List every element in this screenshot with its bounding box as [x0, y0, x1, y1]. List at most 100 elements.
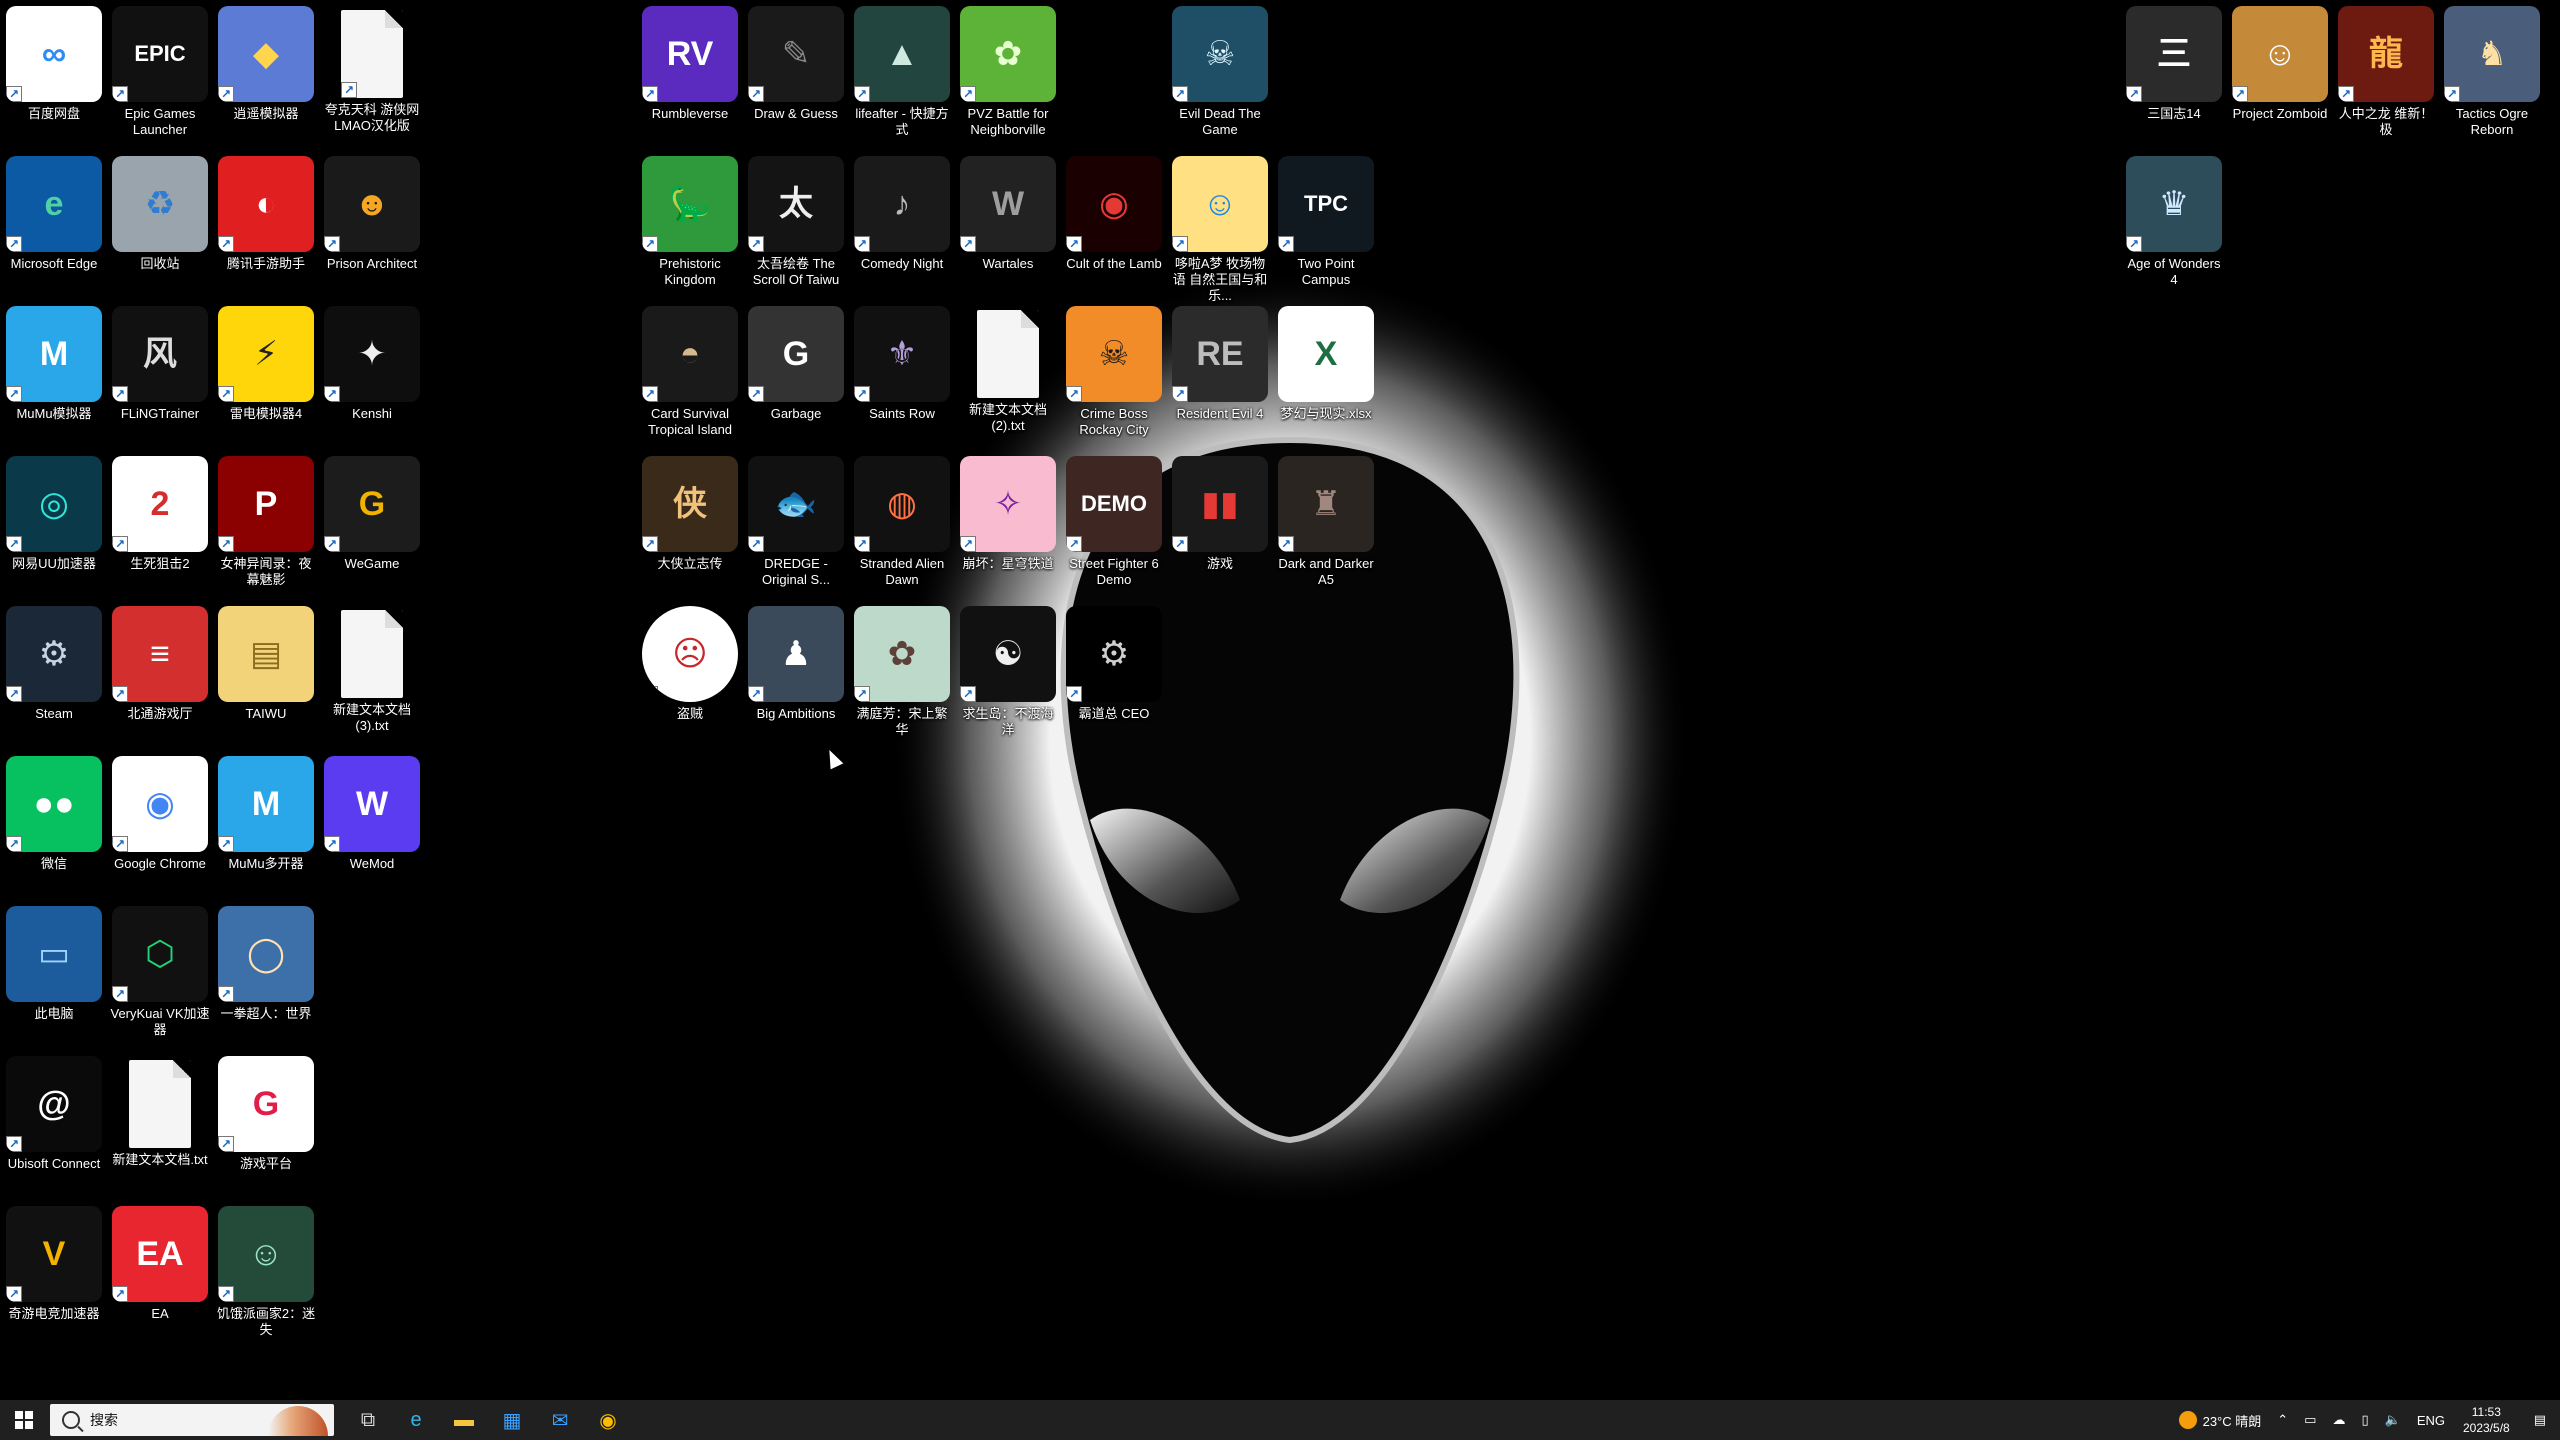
desktop-shortcut-label: 三国志14	[2147, 106, 2201, 121]
language-indicator[interactable]: ENG	[2409, 1400, 2453, 1440]
taskbar-app-store[interactable]: ▦	[488, 1400, 536, 1440]
taskbar-app-edge[interactable]: e	[392, 1400, 440, 1440]
desktop-shortcut-label: Dark and Darker A5	[1278, 556, 1374, 587]
desktop-shortcut-42[interactable]: ◉ ↗ Cult of the Lamb	[1062, 152, 1166, 300]
desktop-shortcut-34[interactable]: ✎ ↗ Draw & Guess	[744, 2, 848, 150]
desktop-shortcut-48[interactable]: 新建文本文档 (2).txt	[956, 302, 1060, 450]
desktop-shortcut-49[interactable]: ☠ ↗ Crime Boss Rockay City	[1062, 302, 1166, 450]
desktop-shortcut-label: Project Zomboid	[2232, 106, 2328, 121]
shortcut-arrow-icon: ↗	[112, 836, 128, 852]
desktop-shortcut-label: 回收站	[140, 256, 180, 271]
desktop-shortcut-17[interactable]: ≡ ↗ 北通游戏厅	[108, 602, 212, 750]
notification-button[interactable]: ▤	[2520, 1400, 2560, 1440]
desktop-shortcut-41[interactable]: W ↗ Wartales	[956, 152, 1060, 300]
desktop-shortcut-45[interactable]: ◓ ↗ Card Survival Tropical Island	[638, 302, 742, 450]
desktop-shortcut-66[interactable]: 龍 ↗ 人中之龙 维新！极	[2334, 2, 2438, 150]
desktop-shortcut-62[interactable]: ☯ ↗ 求生岛：不渡海洋	[956, 602, 1060, 750]
battery-icon[interactable]: ▯	[2353, 1400, 2376, 1440]
desktop-shortcut-28[interactable]: 新建文本文档.txt	[108, 1052, 212, 1200]
desktop-shortcut-44[interactable]: TPC ↗ Two Point Campus	[1274, 152, 1378, 300]
desktop-shortcut-35[interactable]: ▲ ↗ lifeafter - 快捷方式	[850, 2, 954, 150]
desktop-shortcut-67[interactable]: ♞ ↗ Tactics Ogre Reborn	[2440, 2, 2544, 150]
desktop-shortcut-27[interactable]: @ ↗ Ubisoft Connect	[2, 1052, 106, 1200]
desktop-shortcut-63[interactable]: ⚙ ↗ 霸道总 CEO	[1062, 602, 1166, 750]
hero-game-icon: 侠 ↗	[642, 456, 738, 552]
desktop-shortcut-25[interactable]: ⬡ ↗ VeryKuai VK加速器	[108, 902, 212, 1050]
desktop-shortcut-55[interactable]: ✧ ↗ 崩坏：星穹铁道	[956, 452, 1060, 600]
taskbar-search-box[interactable]: 搜索	[50, 1404, 334, 1436]
desktop-shortcut-46[interactable]: G ↗ Garbage	[744, 302, 848, 450]
desktop-shortcut-51[interactable]: X 梦幻与现实.xlsx	[1274, 302, 1378, 450]
desktop-shortcut-53[interactable]: 🐟 ↗ DREDGE - Original S...	[744, 452, 848, 600]
desktop-shortcut-52[interactable]: 侠 ↗ 大侠立志传	[638, 452, 742, 600]
shortcut-arrow-icon: ↗	[6, 1286, 22, 1302]
desktop-shortcut-61[interactable]: ✿ ↗ 满庭芳：宋上繁华	[850, 602, 954, 750]
desktop-shortcut-4[interactable]: e ↗ Microsoft Edge	[2, 152, 106, 300]
desktop-shortcut-13[interactable]: 2 ↗ 生死狙击2	[108, 452, 212, 600]
weather-widget[interactable]: 23°C 晴朗	[2171, 1400, 2270, 1440]
desktop-shortcut-29[interactable]: G ↗ 游戏平台	[214, 1052, 318, 1200]
desktop-shortcut-label: Cult of the Lamb	[1066, 256, 1162, 271]
desktop-shortcut-9[interactable]: 风 ↗ FLiNGTrainer	[108, 302, 212, 450]
desktop-shortcut-37[interactable]: ☠ ↗ Evil Dead The Game	[1168, 2, 1272, 150]
desktop-shortcut-64[interactable]: 三 ↗ 三国志14	[2122, 2, 2226, 150]
desktop-shortcut-21[interactable]: ◉ ↗ Google Chrome	[108, 752, 212, 900]
desktop-shortcut-6[interactable]: ◐ ↗ 腾讯手游助手	[214, 152, 318, 300]
desktop-shortcut-14[interactable]: P ↗ 女神异闻录：夜幕魅影	[214, 452, 318, 600]
desktop-shortcut-0[interactable]: ∞ ↗ 百度网盘	[2, 2, 106, 150]
desktop-shortcut-43[interactable]: ☺ ↗ 哆啦A梦 牧场物语 自然王国与和乐...	[1168, 152, 1272, 303]
desktop-shortcut-16[interactable]: ⚙ ↗ Steam	[2, 602, 106, 750]
icon-glyph: 🦕	[668, 185, 712, 223]
clock[interactable]: 11:53 2023/5/8	[2453, 1404, 2520, 1436]
icon-glyph: 风	[143, 335, 177, 373]
desktop-shortcut-40[interactable]: ♪ ↗ Comedy Night	[850, 152, 954, 300]
desktop-shortcut-68[interactable]: ♛ ↗ Age of Wonders 4	[2122, 152, 2226, 300]
desktop-shortcut-11[interactable]: ✦ ↗ Kenshi	[320, 302, 424, 450]
desktop-shortcut-56[interactable]: DEMO ↗ Street Fighter 6 Demo	[1062, 452, 1166, 600]
desktop-shortcut-23[interactable]: W ↗ WeMod	[320, 752, 424, 900]
taskbar-app-mail[interactable]: ✉	[536, 1400, 584, 1440]
icon-glyph: ◓	[679, 335, 701, 373]
desktop-shortcut-39[interactable]: 太 ↗ 太吾绘卷 The Scroll Of Taiwu	[744, 152, 848, 300]
desktop-shortcut-19[interactable]: 新建文本文档 (3).txt	[320, 602, 424, 750]
desktop-shortcut-label: 北通游戏厅	[127, 706, 193, 721]
desktop-shortcut-5[interactable]: ♻ 回收站	[108, 152, 212, 300]
desktop-shortcut-7[interactable]: ☻ ↗ Prison Architect	[320, 152, 424, 300]
desktop-shortcut-20[interactable]: ●● ↗ 微信	[2, 752, 106, 900]
desktop-shortcut-33[interactable]: RV ↗ Rumbleverse	[638, 2, 742, 150]
desktop-shortcut-22[interactable]: M ↗ MuMu多开器	[214, 752, 318, 900]
desktop-shortcut-3[interactable]: ↗ 夸克天科 游侠网LMAO汉化版	[320, 2, 424, 150]
desktop-shortcut-18[interactable]: ▤ TAIWU	[214, 602, 318, 750]
desktop-shortcut-59[interactable]: ☹ ↗ 盗贼	[638, 602, 742, 750]
desktop-shortcut-31[interactable]: EA ↗ EA	[108, 1202, 212, 1350]
volume-icon[interactable]: 🔈	[2377, 1400, 2409, 1440]
desktop-shortcut-54[interactable]: ◍ ↗ Stranded Alien Dawn	[850, 452, 954, 600]
desktop-shortcut-60[interactable]: ♟ ↗ Big Ambitions	[744, 602, 848, 750]
desktop-shortcut-32[interactable]: ☺ ↗ 饥饿派画家2：迷失	[214, 1202, 318, 1350]
desktop-shortcut-50[interactable]: RE ↗ Resident Evil 4	[1168, 302, 1272, 450]
taskbar-app-task-view[interactable]: ⧉	[344, 1400, 392, 1440]
start-button[interactable]	[0, 1400, 48, 1440]
desktop-shortcut-12[interactable]: ◎ ↗ 网易UU加速器	[2, 452, 106, 600]
desktop-shortcut-58[interactable]: ♜ ↗ Dark and Darker A5	[1274, 452, 1378, 600]
desktop-shortcut-47[interactable]: ⚜ ↗ Saints Row	[850, 302, 954, 450]
onedrive-icon[interactable]: ☁	[2324, 1400, 2353, 1440]
desktop-shortcut-10[interactable]: ⚡ ↗ 雷电模拟器4	[214, 302, 318, 450]
desktop-shortcut-26[interactable]: ◯ ↗ 一拳超人：世界	[214, 902, 318, 1050]
desktop-shortcut-65[interactable]: ☺ ↗ Project Zomboid	[2228, 2, 2332, 150]
show-hidden-icons-button[interactable]: ⌃	[2269, 1400, 2296, 1440]
desktop-shortcut-label: 新建文本文档 (2).txt	[968, 402, 1047, 433]
network-icon[interactable]: ▭	[2296, 1400, 2324, 1440]
desktop-shortcut-15[interactable]: G ↗ WeGame	[320, 452, 424, 600]
desktop-shortcut-24[interactable]: ▭ 此电脑	[2, 902, 106, 1050]
taskbar-app-chrome[interactable]: ◉	[584, 1400, 632, 1440]
desktop-shortcut-2[interactable]: ◆ ↗ 逍遥模拟器	[214, 2, 318, 150]
desktop-shortcut-1[interactable]: EPIC ↗ Epic Games Launcher	[108, 2, 212, 150]
desktop-shortcut-36[interactable]: ✿ ↗ PVZ Battle for Neighborville	[956, 2, 1060, 150]
desktop-shortcut-38[interactable]: 🦕 ↗ Prehistoric Kingdom	[638, 152, 742, 300]
desktop-shortcut-30[interactable]: V ↗ 奇游电竞加速器	[2, 1202, 106, 1350]
desktop-shortcut-57[interactable]: ▮▮ ↗ 游戏	[1168, 452, 1272, 600]
desktop-shortcut-8[interactable]: M ↗ MuMu模拟器	[2, 302, 106, 450]
shortcut-arrow-icon: ↗	[6, 686, 22, 702]
taskbar-app-file-explorer[interactable]: ▬	[440, 1400, 488, 1440]
